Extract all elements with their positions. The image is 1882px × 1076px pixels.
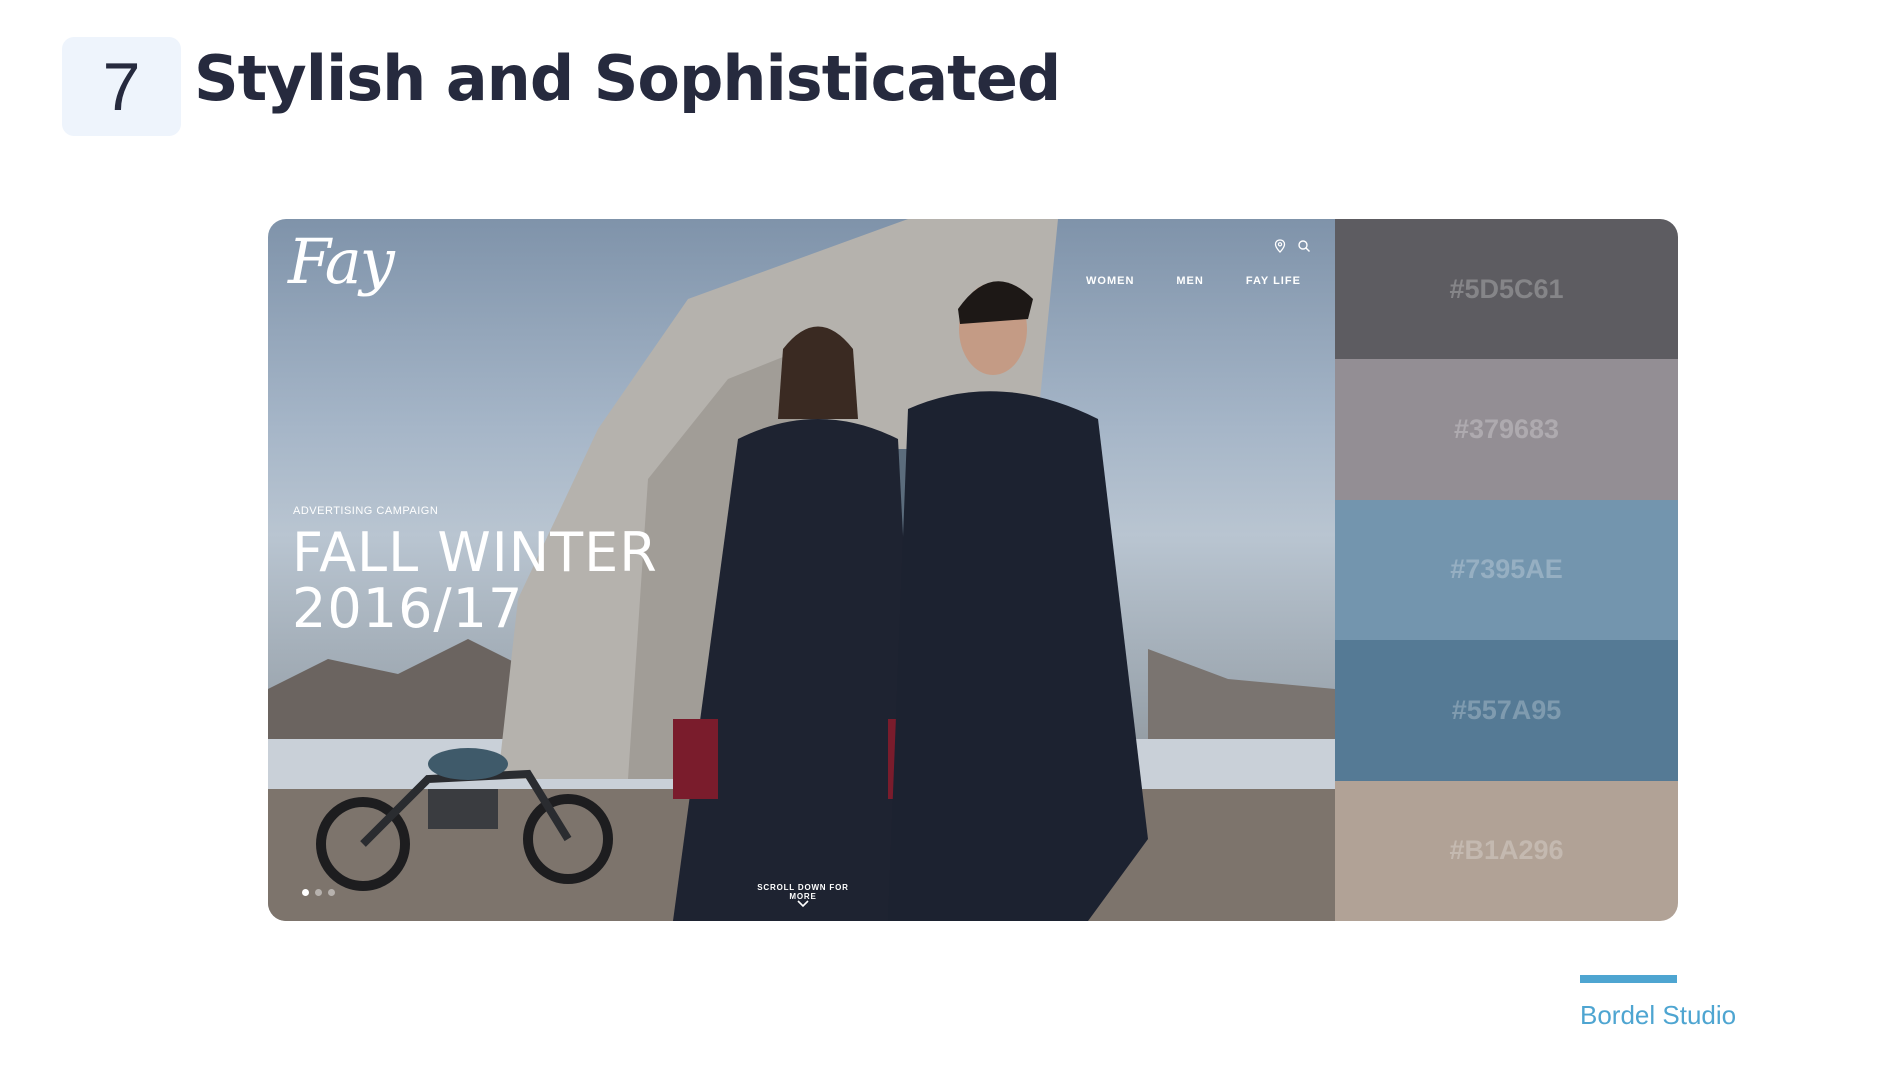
swatch-label: #B1A296: [1449, 835, 1564, 866]
color-palette: #5D5C61 #379683 #7395AE #557A95 #B1A296: [1335, 219, 1678, 921]
nav-icons: [1273, 239, 1311, 253]
color-swatch: #7395AE: [1335, 499, 1678, 641]
carousel-dot[interactable]: [328, 889, 335, 896]
nav-item-men[interactable]: MEN: [1176, 275, 1203, 287]
nav-item-women[interactable]: WOMEN: [1086, 275, 1134, 287]
campaign-title: FALL WINTER 2016/17: [292, 521, 658, 640]
swatch-label: #379683: [1453, 414, 1560, 445]
color-swatch: #379683: [1335, 359, 1678, 500]
carousel-dot[interactable]: [315, 889, 322, 896]
color-swatch: #557A95: [1335, 640, 1678, 781]
slide-number: 7: [62, 37, 181, 136]
campaign-label: ADVERTISING CAMPAIGN: [293, 505, 439, 517]
carousel-indicator: [302, 889, 335, 896]
page-title: Stylish and Sophisticated: [194, 42, 1061, 115]
nav-item-fay-life[interactable]: FAY LIFE: [1246, 275, 1301, 287]
main-nav: WOMEN MEN FAY LIFE: [1086, 275, 1301, 287]
color-swatch: #B1A296: [1335, 780, 1678, 921]
color-swatch: #5D5C61: [1335, 219, 1678, 360]
chevron-down-icon[interactable]: [796, 899, 810, 909]
search-icon[interactable]: [1297, 239, 1311, 253]
swatch-label: #7395AE: [1450, 554, 1563, 585]
website-screenshot: Fay WOMEN MEN FAY LIFE ADVERTISING CAMPA…: [268, 219, 1335, 921]
swatch-label: #5D5C61: [1449, 273, 1564, 304]
carousel-dot[interactable]: [302, 889, 309, 896]
location-pin-icon[interactable]: [1273, 239, 1287, 253]
footer-accent-bar: [1580, 975, 1677, 983]
brand-logo[interactable]: Fay: [288, 225, 395, 298]
showcase-card: Fay WOMEN MEN FAY LIFE ADVERTISING CAMPA…: [268, 219, 1678, 921]
swatch-label: #557A95: [1451, 694, 1562, 725]
footer-brand: Bordel Studio: [1580, 1000, 1737, 1030]
